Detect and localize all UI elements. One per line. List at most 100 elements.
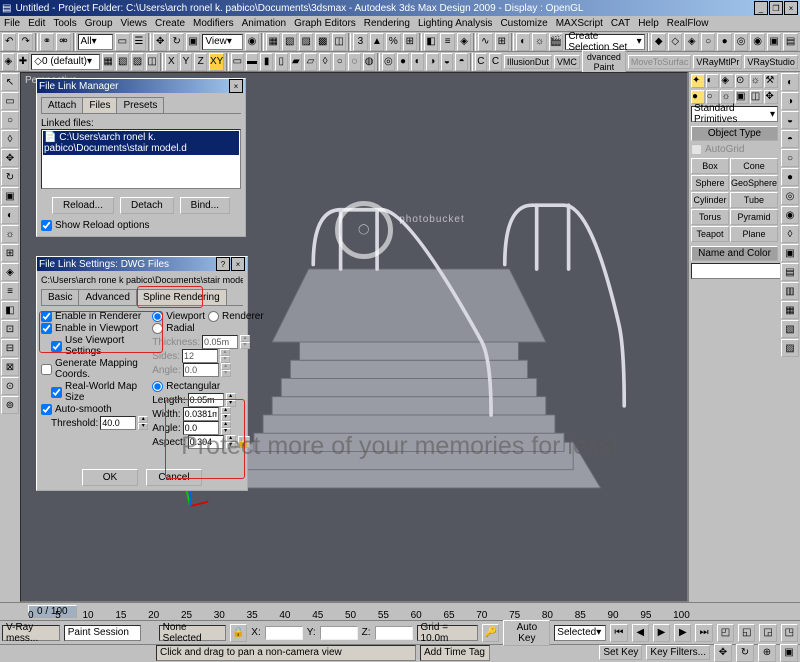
btn-pyramid[interactable]: Pyramid (730, 209, 778, 225)
t2-m[interactable]: ◐ (411, 53, 424, 71)
menu-tools[interactable]: Tools (53, 18, 76, 29)
nav-1[interactable]: ◰ (717, 624, 734, 642)
fls-rect-ang[interactable] (183, 421, 219, 435)
t2-o[interactable]: ◒ (441, 53, 454, 71)
pctsnap-button[interactable]: % (386, 33, 400, 51)
btn-box[interactable]: Box (691, 158, 729, 174)
fls-radio-rect[interactable] (152, 381, 163, 392)
fls-rect-wid[interactable] (183, 407, 219, 421)
btn-autokey[interactable]: Auto Key (503, 620, 550, 646)
btn-cone[interactable]: Cone (730, 158, 778, 174)
sp-d[interactable]: ▾ (226, 400, 236, 407)
tb-misc5[interactable]: ◫ (332, 33, 346, 51)
plugin-btn-6[interactable]: VRayStudio (744, 55, 798, 69)
nav-5[interactable]: ✥ (714, 644, 732, 662)
lt-13[interactable]: ◧ (1, 301, 19, 319)
t2-d[interactable]: ▯ (275, 53, 288, 71)
play-next[interactable]: ▶ (674, 624, 691, 642)
rt-13[interactable]: ▦ (781, 301, 799, 319)
coord-y[interactable] (320, 626, 358, 640)
axis-xy[interactable]: XY (209, 53, 224, 71)
t2-c[interactable]: ▮ (260, 53, 273, 71)
status-vray[interactable]: V-Ray mess... (2, 625, 60, 641)
anglesnap-button[interactable]: ▲ (370, 33, 384, 51)
tb-ex7[interactable]: ◉ (750, 33, 764, 51)
btn-keyfilters[interactable]: Key Filters... (646, 645, 710, 660)
rt-1[interactable]: ◐ (781, 73, 799, 91)
lt-7[interactable]: ▣ (1, 187, 19, 205)
menu-edit[interactable]: Edit (28, 18, 45, 29)
menu-views[interactable]: Views (121, 18, 148, 29)
flm-file-list[interactable]: 📄 C:\Users\arch ronel k. pabico\Document… (41, 129, 241, 189)
rt-7[interactable]: ◎ (781, 187, 799, 205)
rt-9[interactable]: ◊ (781, 225, 799, 243)
tb-ex6[interactable]: ◎ (734, 33, 748, 51)
t2-n[interactable]: ◑ (426, 53, 439, 71)
nav-3[interactable]: ◲ (759, 624, 776, 642)
t2-i[interactable]: ◌ (348, 53, 361, 71)
lt-12[interactable]: ≡ (1, 282, 19, 300)
sp-u3[interactable]: ▴ (221, 421, 231, 428)
maximize-button[interactable]: ❐ (769, 1, 783, 15)
tb-misc1[interactable]: ▦ (266, 33, 280, 51)
selection-filter-combo[interactable]: All▾ (78, 34, 114, 50)
fls-chk-usevp[interactable] (51, 341, 62, 352)
t2-k[interactable]: ◎ (382, 53, 395, 71)
btn-sphere[interactable]: Sphere (691, 175, 729, 191)
tb-ex2[interactable]: ◇ (668, 33, 682, 51)
nav-8[interactable]: ▣ (780, 644, 798, 662)
tb-ex1[interactable]: ◆ (651, 33, 665, 51)
menu-maxscript[interactable]: MAXScript (556, 18, 603, 29)
center-button[interactable]: ◉ (245, 33, 259, 51)
lt-1[interactable]: ↖ (1, 73, 19, 91)
undo-button[interactable]: ↶ (2, 33, 16, 51)
menu-help[interactable]: Help (638, 18, 659, 29)
lt-17[interactable]: ⊙ (1, 377, 19, 395)
spinnersnap-button[interactable]: ⊞ (403, 33, 417, 51)
sub-geom[interactable]: ● (691, 90, 705, 104)
t2-a[interactable]: ▭ (231, 53, 244, 71)
axis-z[interactable]: Z (194, 53, 207, 71)
btn-cylinder[interactable]: Cylinder (691, 192, 729, 208)
sub-light[interactable]: ☼ (720, 90, 734, 104)
create-selection-set[interactable]: Create Selection Set▾ (565, 34, 644, 50)
flm-tab-presets[interactable]: Presets (116, 97, 164, 113)
rollout-object-type[interactable]: Object Type (691, 126, 778, 141)
layer-combo[interactable]: ◇ 0 (default)▾ (31, 54, 100, 70)
fls-radio-radial[interactable] (152, 323, 163, 334)
fls-rect-asp[interactable] (188, 435, 224, 449)
cmdtab-create[interactable]: ✦ (691, 74, 705, 88)
t2-l[interactable]: ● (397, 53, 410, 71)
menu-group[interactable]: Group (85, 18, 113, 29)
rt-12[interactable]: ▥ (781, 282, 799, 300)
rt-2[interactable]: ◑ (781, 92, 799, 110)
t2-h[interactable]: ○ (333, 53, 346, 71)
t2-f[interactable]: ▱ (304, 53, 317, 71)
rt-15[interactable]: ▨ (781, 339, 799, 357)
flm-tab-files[interactable]: Files (82, 97, 117, 113)
fls-tab-spline[interactable]: Spline Rendering (136, 289, 227, 305)
minimize-button[interactable]: _ (754, 1, 768, 15)
refcoord-combo[interactable]: View▾ (202, 34, 242, 50)
tb-ex4[interactable]: ○ (701, 33, 715, 51)
menu-lighting[interactable]: Lighting Analysis (418, 18, 493, 29)
nav-4[interactable]: ◳ (781, 624, 798, 642)
flm-file-item[interactable]: 📄 C:\Users\arch ronel k. pabico\Document… (43, 131, 239, 155)
play-play[interactable]: ▶ (653, 624, 670, 642)
plugin-btn-2[interactable]: VMC (554, 55, 580, 69)
select-name-button[interactable]: ☰ (132, 33, 146, 51)
lock-icon[interactable]: 🔒 (230, 624, 247, 642)
t2-e[interactable]: ▰ (290, 53, 303, 71)
axis-y[interactable]: Y (180, 53, 193, 71)
material-button[interactable]: ◐ (516, 33, 530, 51)
rt-11[interactable]: ▤ (781, 263, 799, 281)
status-timetag[interactable]: Add Time Tag (420, 645, 490, 661)
menu-modifiers[interactable]: Modifiers (193, 18, 234, 29)
fls-chk-renderer[interactable] (41, 311, 52, 322)
cmdtab-motion[interactable]: ⊙ (735, 74, 749, 88)
tb-ex3[interactable]: ◈ (684, 33, 698, 51)
rt-8[interactable]: ◉ (781, 206, 799, 224)
sp-up[interactable]: ▴ (138, 416, 148, 423)
sub-space[interactable]: ✥ (764, 90, 778, 104)
dlg-flm-close[interactable]: × (229, 79, 243, 93)
